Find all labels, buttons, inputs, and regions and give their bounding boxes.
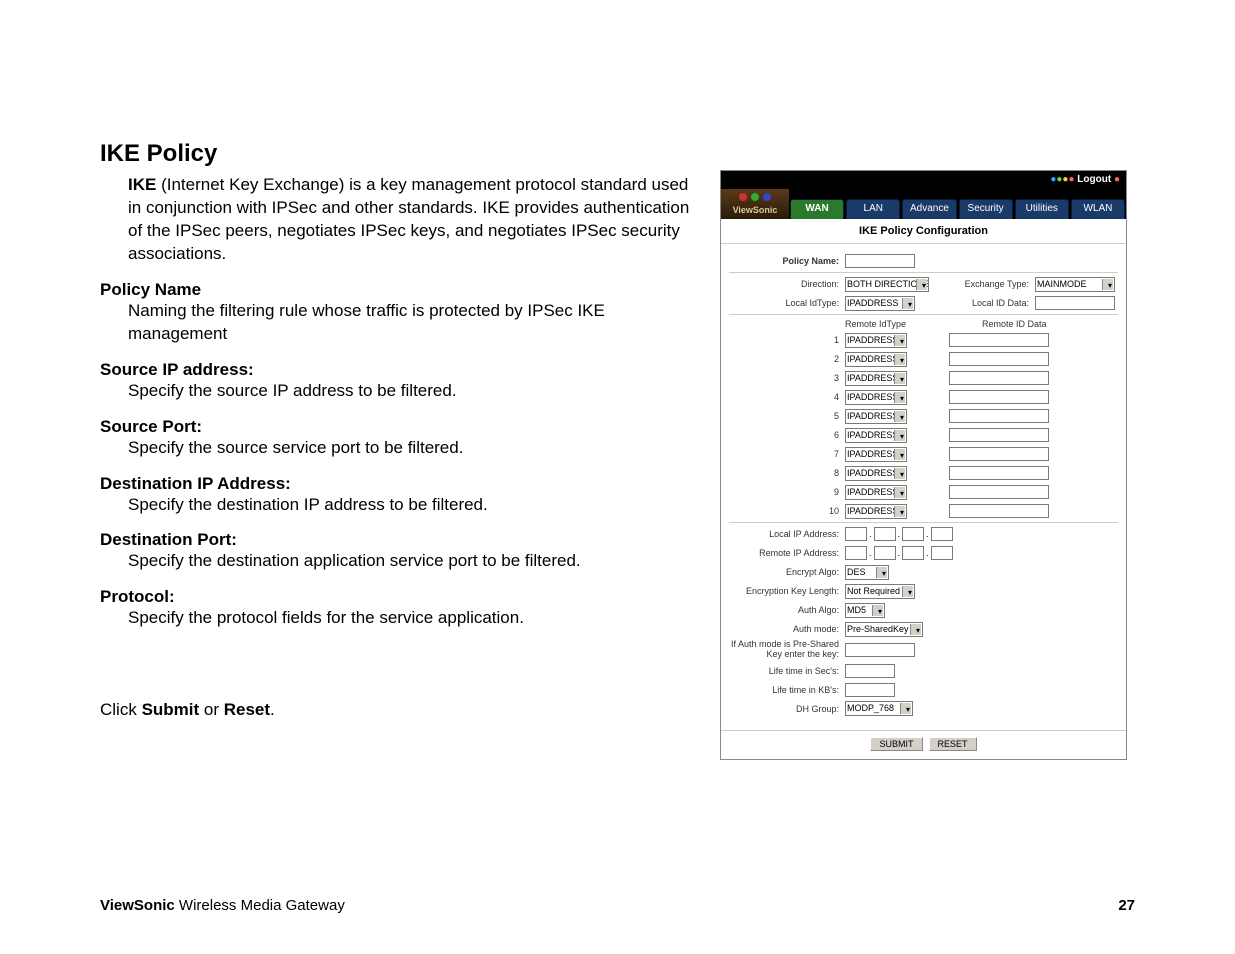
remote-idtype-select[interactable]: IPADDRESS [845, 409, 907, 424]
remote-row-index: 6 [729, 430, 845, 440]
exchange-type-select[interactable]: MAINMODE [1035, 277, 1115, 292]
remote-idtype-header: Remote IdType [845, 319, 906, 329]
section-title: Protocol: [100, 587, 690, 607]
remote-idtype-select[interactable]: IPADDRESS [845, 390, 907, 405]
remote-iddata-input[interactable] [949, 390, 1049, 404]
local-iddata-label: Local ID Data: [957, 298, 1035, 308]
tab-security[interactable]: Security [959, 199, 1013, 219]
section-title: Source Port: [100, 417, 690, 437]
encrypt-algo-select[interactable]: DES [845, 565, 889, 580]
section-title: Source IP address: [100, 360, 690, 380]
reset-button[interactable]: RESET [929, 737, 977, 751]
remote-idtype-select[interactable]: IPADDRESS [845, 466, 907, 481]
remote-iddata-input[interactable] [949, 333, 1049, 347]
life-kbs-input[interactable] [845, 683, 895, 697]
tab-wlan[interactable]: WLAN [1071, 199, 1125, 219]
remote-row-index: 3 [729, 373, 845, 383]
remote-idtype-select[interactable]: IPADDRESS [845, 333, 907, 348]
section-body: Specify the source IP address to be filt… [128, 380, 690, 403]
remote-row-index: 9 [729, 487, 845, 497]
section-title: Destination Port: [100, 530, 690, 550]
tab-wan[interactable]: WAN [790, 199, 844, 219]
direction-label: Direction: [729, 279, 845, 289]
remote-iddata-input[interactable] [949, 371, 1049, 385]
remote-row-index: 2 [729, 354, 845, 364]
remote-iddata-input[interactable] [949, 466, 1049, 480]
local-idtype-label: Local IdType: [729, 298, 845, 308]
local-ip-label: Local IP Address: [729, 529, 845, 539]
local-iddata-input[interactable] [1035, 296, 1115, 310]
enc-key-len-select[interactable]: Not Required [845, 584, 915, 599]
tab-advance[interactable]: Advance [902, 199, 956, 219]
remote-row-index: 10 [729, 506, 845, 516]
config-screenshot: ●●●● Logout ● ViewSonic WAN LAN Advance … [720, 170, 1127, 760]
remote-iddata-input[interactable] [949, 485, 1049, 499]
psk-label: If Auth mode is Pre-Shared Key enter the… [729, 640, 845, 660]
dh-group-select[interactable]: MODP_768 [845, 701, 913, 716]
section-title: Destination IP Address: [100, 474, 690, 494]
remote-iddata-input[interactable] [949, 352, 1049, 366]
remote-row-index: 5 [729, 411, 845, 421]
page-number: 27 [1118, 897, 1135, 914]
local-idtype-select[interactable]: IPADDRESS [845, 296, 915, 311]
life-secs-input[interactable] [845, 664, 895, 678]
exchange-type-label: Exchange Type: [957, 279, 1035, 289]
remote-idtype-select[interactable]: IPADDRESS [845, 447, 907, 462]
section-body: Specify the source service port to be fi… [128, 437, 690, 460]
remote-iddata-input[interactable] [949, 428, 1049, 442]
remote-ip-label: Remote IP Address: [729, 548, 845, 558]
remote-row-index: 8 [729, 468, 845, 478]
section-body: Specify the destination application serv… [128, 550, 690, 573]
header-bar: ●●●● Logout ● [721, 171, 1126, 189]
remote-iddata-header: Remote ID Data [982, 319, 1047, 329]
tab-utilities[interactable]: Utilities [1015, 199, 1069, 219]
policy-name-input[interactable] [845, 254, 915, 268]
footer-text: ViewSonic Wireless Media Gateway [100, 897, 345, 914]
remote-idtype-select[interactable]: IPADDRESS [845, 428, 907, 443]
remote-iddata-input[interactable] [949, 409, 1049, 423]
logout-link[interactable]: Logout [1077, 174, 1111, 185]
auth-mode-select[interactable]: Pre-SharedKey [845, 622, 923, 637]
encrypt-algo-label: Encrypt Algo: [729, 567, 845, 577]
submit-button[interactable]: SUBMIT [870, 737, 922, 751]
auth-algo-select[interactable]: MD5 [845, 603, 885, 618]
click-instruction: Click Submit or Reset. [100, 700, 690, 720]
remote-idtype-select[interactable]: IPADDRESS [845, 504, 907, 519]
section-body: Naming the filtering rule whose traffic … [128, 300, 690, 346]
enc-key-len-label: Encryption Key Length: [729, 586, 845, 596]
remote-idtype-select[interactable]: IPADDRESS [845, 371, 907, 386]
page-heading: IKE Policy [100, 140, 690, 168]
section-body: Specify the protocol fields for the serv… [128, 607, 690, 630]
dh-group-label: DH Group: [729, 704, 845, 714]
remote-idtype-select[interactable]: IPADDRESS [845, 352, 907, 367]
remote-iddata-input[interactable] [949, 447, 1049, 461]
tab-lan[interactable]: LAN [846, 199, 900, 219]
remote-iddata-input[interactable] [949, 504, 1049, 518]
local-ip-input[interactable]: ... [845, 527, 953, 541]
life-secs-label: Life time in Sec's: [729, 666, 845, 676]
remote-row-index: 7 [729, 449, 845, 459]
direction-select[interactable]: BOTH DIRECTIONS [845, 277, 929, 292]
tab-bar: WAN LAN Advance Security Utilities WLAN [789, 199, 1126, 219]
section-title: Policy Name [100, 280, 690, 300]
remote-row-index: 1 [729, 335, 845, 345]
intro-text: IKE (Internet Key Exchange) is a key man… [128, 174, 690, 266]
remote-ip-input[interactable]: ... [845, 546, 953, 560]
auth-mode-label: Auth mode: [729, 624, 845, 634]
panel-title: IKE Policy Configuration [721, 219, 1126, 244]
remote-row-index: 4 [729, 392, 845, 402]
remote-idtype-select[interactable]: IPADDRESS [845, 485, 907, 500]
psk-input[interactable] [845, 643, 915, 657]
policy-name-label: Policy Name: [729, 256, 845, 266]
brand-logo: ViewSonic [721, 189, 789, 219]
section-body: Specify the destination IP address to be… [128, 494, 690, 517]
life-kbs-label: Life time in KB's: [729, 685, 845, 695]
auth-algo-label: Auth Algo: [729, 605, 845, 615]
